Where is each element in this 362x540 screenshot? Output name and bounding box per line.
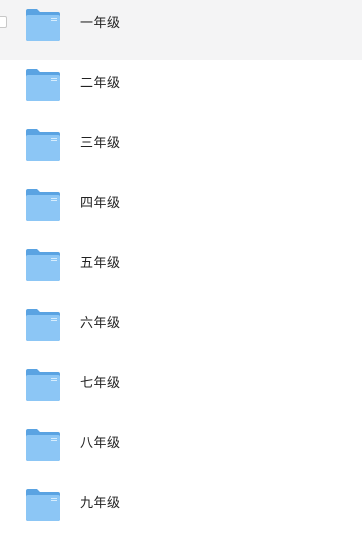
folder-icon (25, 308, 61, 342)
folder-row-grade-5[interactable]: 五年级 (0, 240, 362, 300)
folder-name: 七年级 (80, 376, 121, 391)
folder-name: 二年级 (80, 76, 121, 91)
folder-row-grade-7[interactable]: 七年级 (0, 360, 362, 420)
folder-icon (25, 8, 61, 42)
folder-name: 六年级 (80, 316, 121, 331)
folder-icon (25, 368, 61, 402)
folder-icon (25, 68, 61, 102)
folder-row-grade-2[interactable]: 二年级 (0, 60, 362, 120)
folder-name: 四年级 (80, 196, 121, 211)
folder-row-grade-3[interactable]: 三年级 (0, 120, 362, 180)
folder-name: 一年级 (80, 16, 121, 31)
folder-row-grade-9[interactable]: 九年级 (0, 480, 362, 540)
folder-name: 八年级 (80, 436, 121, 451)
folder-row-grade-4[interactable]: 四年级 (0, 180, 362, 240)
select-checkbox[interactable] (0, 16, 7, 28)
folder-icon (25, 488, 61, 522)
folder-name: 三年级 (80, 136, 121, 151)
folder-icon (25, 248, 61, 282)
folder-name: 五年级 (80, 256, 121, 271)
folder-row-grade-8[interactable]: 八年级 (0, 420, 362, 480)
folder-name: 九年级 (80, 496, 121, 511)
folder-icon (25, 128, 61, 162)
folder-list: 一年级 二年级 三年级 四年级 五年级 六年级 七年级 八年级 九年级 (0, 0, 362, 525)
folder-icon (25, 428, 61, 462)
folder-row-grade-6[interactable]: 六年级 (0, 300, 362, 360)
folder-icon (25, 188, 61, 222)
folder-row-grade-1[interactable]: 一年级 (0, 0, 362, 60)
